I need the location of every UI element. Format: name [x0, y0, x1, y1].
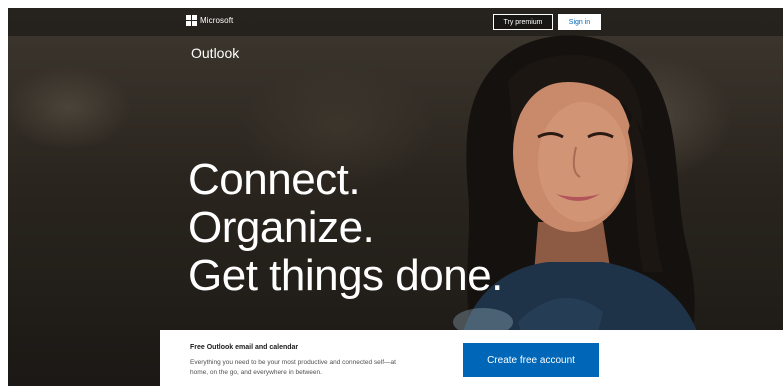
- hero-headline: Connect. Organize. Get things done.: [188, 156, 503, 300]
- signup-panel: Free Outlook email and calendar Everythi…: [160, 330, 783, 386]
- headline-line-3: Get things done.: [188, 251, 503, 300]
- brand-name: Microsoft: [200, 16, 234, 25]
- headline-line-1: Connect.: [188, 155, 361, 204]
- panel-title: Free Outlook email and calendar: [190, 344, 299, 351]
- try-premium-button[interactable]: Try premium: [493, 14, 553, 30]
- create-free-account-button[interactable]: Create free account: [463, 343, 599, 377]
- product-title[interactable]: Outlook: [191, 45, 239, 61]
- panel-description: Everything you need to be your most prod…: [190, 359, 396, 376]
- microsoft-logo-icon: [186, 15, 197, 26]
- headline-line-2: Organize.: [188, 203, 375, 252]
- top-bar: Microsoft Try premium Sign in: [8, 8, 783, 36]
- sign-in-button[interactable]: Sign in: [558, 14, 601, 30]
- hero-viewport: Microsoft Try premium Sign in Outlook Co…: [8, 8, 783, 386]
- microsoft-logo[interactable]: Microsoft: [186, 15, 233, 26]
